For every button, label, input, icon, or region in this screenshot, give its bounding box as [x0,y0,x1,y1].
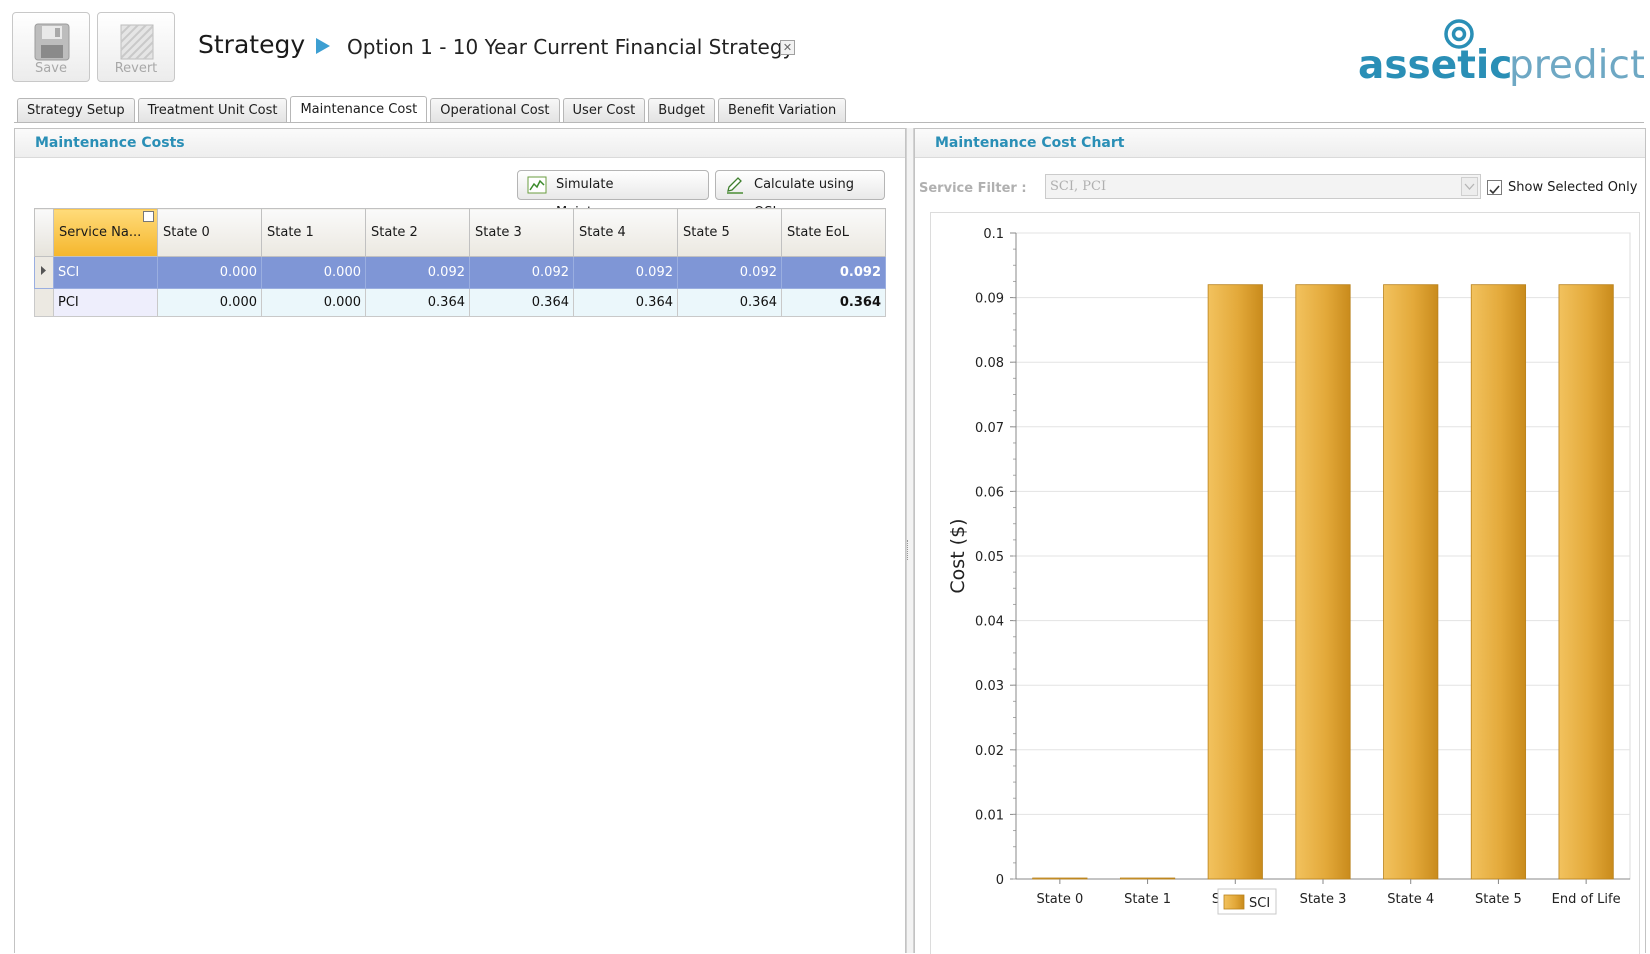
tab-bar: Strategy Setup Treatment Unit Cost Maint… [17,96,847,123]
show-selected-only-checkbox[interactable] [1487,180,1502,195]
maintenance-costs-title: Maintenance Costs [15,129,905,158]
tab-benefit-variation[interactable]: Benefit Variation [717,98,847,123]
tab-strategy-setup[interactable]: Strategy Setup [17,98,135,123]
x-tick-label: State 3 [1300,892,1347,907]
cell-state-2[interactable]: 0.364 [365,288,470,317]
y-tick-label: 0.1 [983,227,1004,242]
tab-treatment-unit-cost[interactable]: Treatment Unit Cost [137,98,288,123]
assetic-predictor-logo: assetic predictor [1358,14,1650,94]
cell-service-name[interactable]: PCI [53,288,158,317]
maintenance-cost-bar-chart: 0 0.01 0.02 0.03 0.04 0.05 0.06 0.07 0.08 0.09 0.1… [947,227,1631,915]
row-indicator [34,256,54,289]
breadcrumb-arrow-icon [316,38,330,54]
edit-pencil-icon [727,177,743,194]
cell-state-1[interactable]: 0.000 [261,288,366,317]
filter-icon[interactable] [143,211,154,222]
x-tick-label: State 5 [1475,892,1522,907]
strategy-name: Option 1 - 10 Year Current Financial Str… [347,35,795,59]
service-filter-label: Service Filter : [919,181,1027,196]
page-title: Strategy [198,30,306,59]
service-filter-select[interactable]: SCI, PCI [1045,174,1481,199]
bar [1119,877,1176,880]
legend-label: SCI [1249,896,1270,911]
row-indicator-header [34,208,54,257]
row-indicator [34,288,54,317]
cell-state-1[interactable]: 0.000 [261,256,366,289]
x-tick-label: State 1 [1124,892,1171,907]
show-selected-only-label[interactable]: Show Selected Only [1508,180,1637,195]
column-header-state-5[interactable]: State 5 [677,208,782,257]
cell-service-name[interactable]: SCI [53,256,158,289]
revert-label: Revert [114,61,158,76]
cell-state-0[interactable]: 0.000 [157,256,262,289]
cell-state-5[interactable]: 0.092 [677,256,782,289]
column-header-service-name[interactable]: Service Na... [53,208,158,257]
revert-icon [120,24,154,60]
cell-state-eol[interactable]: 0.364 [781,288,886,317]
column-header-label: Service Na... [59,225,142,240]
y-tick-label: 0 [996,873,1004,888]
tab-budget[interactable]: Budget [648,98,715,123]
table-row[interactable]: SCI 0.000 0.000 0.092 0.092 0.092 0.092 … [34,256,886,289]
y-tick-label: 0.04 [975,615,1004,630]
bar [1207,284,1263,880]
save-icon [34,23,70,61]
calculate-using-osi-button[interactable]: Calculate using OSI [715,170,885,220]
save-label: Save [35,61,67,76]
cell-state-3[interactable]: 0.364 [469,288,574,317]
checkmark-icon [1489,185,1500,195]
cell-state-eol[interactable]: 0.092 [781,256,886,289]
svg-text:predictor: predictor [1509,43,1644,88]
y-axis-label: Cost ($) [947,518,969,593]
bar [1470,284,1527,880]
revert-button[interactable]: Revert [97,12,175,82]
close-strategy-button[interactable]: ✕ [780,40,795,55]
column-header-state-0[interactable]: State 0 [157,208,262,257]
tab-operational-cost[interactable]: Operational Cost [430,98,560,123]
cell-state-4[interactable]: 0.092 [573,256,678,289]
maintenance-cost-grid: Service Na... State 0 State 1 State 2 St… [34,208,888,317]
column-header-state-1[interactable]: State 1 [261,208,366,257]
service-filter-value: SCI, PCI [1050,179,1107,194]
y-tick-label: 0.02 [975,744,1004,759]
simulate-maintenance-button[interactable]: Simulate Maintenance [517,170,709,220]
bar [1295,284,1351,880]
close-icon: ✕ [782,41,793,54]
tab-divider [14,122,1644,123]
bar [1383,284,1439,880]
bar [1558,284,1614,880]
legend-swatch [1223,894,1245,910]
column-header-state-2[interactable]: State 2 [365,208,470,257]
save-button[interactable]: Save [12,12,90,82]
x-tick-label: State 0 [1036,892,1083,907]
y-tick-label: 0.03 [975,679,1004,694]
bar [1032,877,1088,880]
column-header-state-4[interactable]: State 4 [573,208,678,257]
current-row-arrow-icon [41,266,46,275]
cell-state-5[interactable]: 0.364 [677,288,782,317]
chevron-down-icon [1464,183,1475,190]
tab-user-cost[interactable]: User Cost [562,98,646,123]
y-tick-label: 0.08 [975,356,1004,371]
line-chart-icon [527,176,547,194]
y-tick-label: 0.09 [975,292,1004,307]
y-tick-label: 0.05 [975,550,1004,565]
cell-state-2[interactable]: 0.092 [365,256,470,289]
tab-maintenance-cost[interactable]: Maintenance Cost [290,96,428,123]
splitter-grip-icon [907,540,912,560]
dropdown-button[interactable] [1461,177,1478,196]
cell-state-4[interactable]: 0.364 [573,288,678,317]
x-tick-label: End of Life [1552,892,1621,907]
y-tick-label: 0.01 [975,808,1004,823]
table-row[interactable]: PCI 0.000 0.000 0.364 0.364 0.364 0.364 … [34,288,886,317]
column-header-state-eol[interactable]: State EoL [781,208,886,257]
cell-state-3[interactable]: 0.092 [469,256,574,289]
svg-text:assetic: assetic [1358,43,1512,88]
maintenance-cost-chart-title: Maintenance Cost Chart [915,129,1645,158]
y-tick-label: 0.07 [975,421,1004,436]
cell-state-0[interactable]: 0.000 [157,288,262,317]
x-tick-label: State 4 [1387,892,1434,907]
column-header-state-3[interactable]: State 3 [469,208,574,257]
y-tick-label: 0.06 [975,485,1004,500]
